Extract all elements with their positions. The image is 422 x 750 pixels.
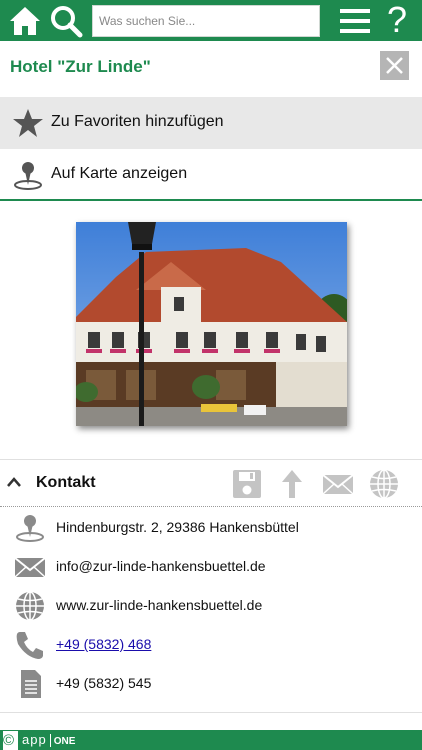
close-icon[interactable]: [380, 51, 409, 80]
chevron-up-icon[interactable]: [6, 476, 22, 488]
add-favorite-button[interactable]: Zu Favoriten hinzufügen: [0, 97, 422, 149]
phone-icon: [16, 632, 43, 659]
directions-arrow-icon[interactable]: [276, 468, 308, 500]
brand-right: ONE: [53, 736, 76, 747]
search-icon[interactable]: [49, 4, 83, 38]
contact-email[interactable]: info@zur-linde-hankensbuettel.de: [56, 558, 266, 574]
globe-icon[interactable]: [368, 468, 400, 500]
brand-left: app: [22, 732, 47, 747]
show-on-map-label: Auf Karte anzeigen: [51, 165, 188, 182]
envelope-icon: [14, 557, 46, 578]
footer-divider: [0, 712, 422, 713]
top-bar: ?: [0, 0, 422, 41]
hotel-photo: [76, 222, 347, 426]
map-pin-icon: [14, 162, 42, 190]
page-title: Hotel "Zur Linde": [10, 57, 151, 76]
title-row: Hotel "Zur Linde": [0, 41, 422, 97]
save-icon[interactable]: [231, 468, 263, 500]
mail-icon[interactable]: [322, 468, 354, 500]
star-icon: [13, 109, 43, 137]
help-button[interactable]: ?: [384, 0, 410, 40]
contact-website-row[interactable]: www.zur-linde-hankensbuettel.de: [0, 587, 422, 625]
contact-phone-link[interactable]: +49 (5832) 468: [56, 636, 151, 652]
contact-section-header[interactable]: Kontakt: [0, 459, 422, 507]
contact-email-row[interactable]: info@zur-linde-hankensbuettel.de: [0, 548, 422, 586]
globe-icon: [16, 591, 44, 621]
contact-address: Hindenburgstr. 2, 29386 Hankensbüttel: [56, 519, 299, 535]
contact-fax: +49 (5832) 545: [56, 675, 152, 691]
contact-fax-row: +49 (5832) 545: [0, 665, 422, 703]
copyright-symbol: ©: [3, 731, 18, 750]
contact-section-title: Kontakt: [36, 474, 96, 491]
contact-phone-row[interactable]: +49 (5832) 468: [0, 626, 422, 664]
brand-logo: app ONE: [22, 731, 75, 749]
location-pin-icon: [16, 515, 44, 542]
show-on-map-button[interactable]: Auf Karte anzeigen: [0, 149, 422, 201]
menu-icon[interactable]: [340, 7, 370, 35]
add-favorite-label: Zu Favoriten hinzufügen: [51, 113, 224, 130]
fax-icon: [21, 670, 41, 698]
search-input[interactable]: [92, 5, 320, 37]
home-icon[interactable]: [8, 5, 42, 37]
contact-address-row: Hindenburgstr. 2, 29386 Hankensbüttel: [0, 509, 422, 547]
contact-website[interactable]: www.zur-linde-hankensbuettel.de: [56, 597, 262, 613]
